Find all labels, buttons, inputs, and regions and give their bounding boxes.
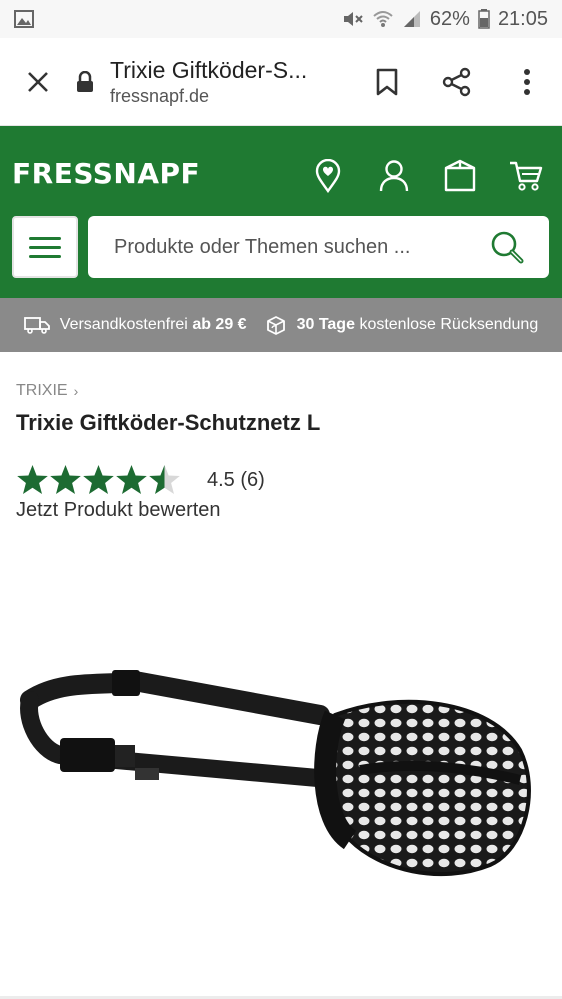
wifi-icon bbox=[372, 9, 394, 29]
more-vertical-icon bbox=[524, 68, 530, 95]
browser-toolbar: Trixie Giftköder-S... fressnapf.de bbox=[0, 38, 562, 126]
tab-title-area[interactable]: Trixie Giftköder-S... fressnapf.de bbox=[110, 57, 352, 107]
star-icon bbox=[50, 465, 81, 494]
site-header: FRESSNAPF bbox=[0, 126, 562, 298]
star-icon bbox=[83, 465, 114, 494]
close-tab-button[interactable] bbox=[18, 62, 58, 102]
breadcrumb-brand-link[interactable]: TRIXIE bbox=[16, 382, 68, 400]
battery-icon bbox=[478, 9, 490, 29]
lock-icon[interactable] bbox=[76, 69, 98, 95]
cart-button[interactable] bbox=[504, 154, 548, 198]
bookmark-icon bbox=[376, 68, 398, 95]
hamburger-icon-bar bbox=[29, 245, 61, 249]
rating-stars[interactable] bbox=[16, 464, 181, 497]
product-image[interactable] bbox=[20, 660, 540, 900]
rating-value: 4.5 (6) bbox=[207, 469, 265, 491]
search-icon[interactable] bbox=[489, 229, 525, 265]
rate-product-link[interactable]: Jetzt Produkt bewerten bbox=[16, 499, 546, 522]
share-button[interactable] bbox=[422, 52, 492, 112]
cart-icon bbox=[510, 161, 543, 191]
image-notification-icon bbox=[14, 9, 34, 29]
return-package-icon bbox=[266, 316, 285, 335]
search-box[interactable] bbox=[88, 216, 549, 278]
account-button[interactable] bbox=[372, 154, 416, 198]
free-shipping-text: Versandkostenfrei ab 29 € bbox=[59, 316, 247, 333]
user-icon bbox=[379, 160, 409, 192]
page-title: Trixie Giftköder-S... bbox=[110, 56, 308, 83]
search-input[interactable] bbox=[112, 234, 489, 260]
product-title: Trixie Giftköder-Schutznetz L bbox=[16, 410, 321, 435]
breadcrumb: TRIXIE › bbox=[16, 382, 546, 400]
hamburger-icon-bar bbox=[29, 254, 61, 258]
truck-icon bbox=[23, 317, 50, 334]
free-return-text: 30 Tage kostenlose Rücksendung bbox=[296, 316, 539, 333]
star-icon bbox=[149, 465, 180, 494]
menu-button[interactable] bbox=[12, 216, 78, 278]
clock: 21:05 bbox=[497, 7, 548, 30]
box-icon bbox=[444, 159, 476, 192]
star-icon bbox=[17, 465, 48, 494]
star-icon bbox=[116, 465, 147, 494]
page-url: fressnapf.de bbox=[110, 85, 210, 106]
battery-percent: 62% bbox=[429, 7, 470, 30]
bookmark-button[interactable] bbox=[352, 52, 422, 112]
more-options-button[interactable] bbox=[492, 52, 562, 112]
mute-icon bbox=[342, 9, 364, 29]
status-bar: 62% 21:05 bbox=[0, 0, 562, 38]
close-icon bbox=[28, 71, 48, 92]
signal-icon bbox=[402, 9, 422, 29]
fressnapf-logo[interactable]: FRESSNAPF bbox=[12, 157, 200, 190]
rating-row: 4.5 (6) bbox=[16, 464, 546, 497]
breadcrumb-chevron: › bbox=[73, 383, 79, 399]
orders-button[interactable] bbox=[438, 154, 482, 198]
store-locator-button[interactable] bbox=[306, 154, 350, 198]
share-icon bbox=[442, 67, 471, 96]
hamburger-icon-bar bbox=[29, 236, 61, 240]
shipping-banner: Versandkostenfrei ab 29 € 30 Tage kosten… bbox=[0, 298, 562, 352]
location-heart-icon bbox=[315, 159, 341, 193]
